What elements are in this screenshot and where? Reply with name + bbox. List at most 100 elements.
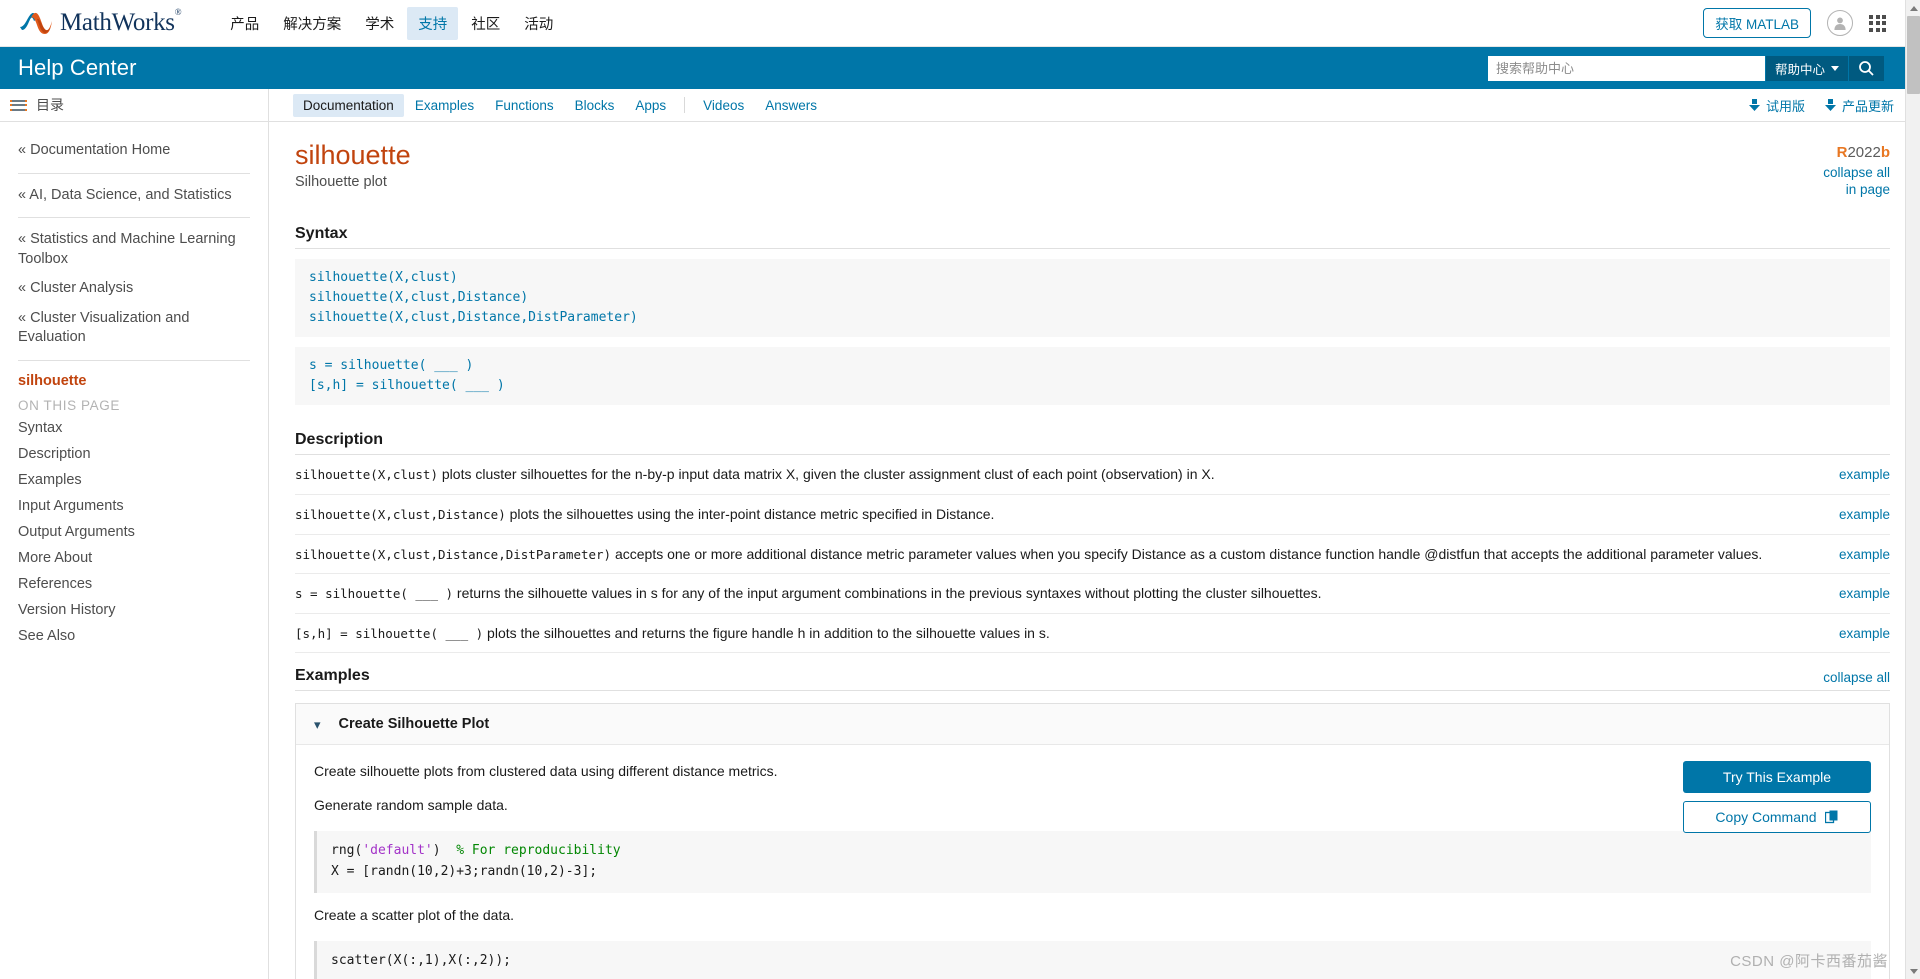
scrollbar-up-button[interactable]	[1906, 0, 1920, 16]
syntax-section-heading: Syntax	[295, 225, 1890, 249]
search-button[interactable]	[1848, 55, 1884, 81]
page-subtitle: Silhouette plot	[295, 174, 387, 191]
description-text: s = silhouette( ___ ) returns the silhou…	[295, 583, 1839, 603]
gnav-item-community[interactable]: 社区	[460, 7, 511, 40]
gnav-item-academia[interactable]: 学术	[354, 7, 405, 40]
trial-link-label: 试用版	[1765, 98, 1805, 114]
chevron-up-icon	[1909, 5, 1918, 11]
release-letter: b	[1880, 144, 1890, 161]
example-action-buttons: Try This Example Copy Command	[1683, 761, 1871, 834]
example-code-block-2[interactable]: scatter(X(:,1),X(:,2));	[314, 940, 1871, 979]
copy-command-button[interactable]: Copy Command	[1683, 801, 1871, 834]
gnav-item-products[interactable]: 产品	[219, 7, 270, 40]
search-scope-dropdown[interactable]: 帮助中心	[1764, 55, 1848, 81]
example-code-block-1[interactable]: rng('default') % For reproducibility X =…	[314, 831, 1871, 893]
page-body: « Documentation Home « AI, Data Science,…	[0, 122, 1920, 979]
copy-command-label: Copy Command	[1715, 809, 1817, 826]
mathworks-membrane-icon	[20, 12, 52, 35]
tab-examples[interactable]: Examples	[405, 94, 484, 117]
example-link[interactable]: example	[1839, 544, 1890, 565]
example-card-body: Try This Example Copy Command Create sil…	[296, 745, 1889, 979]
example-card-title: Create Silhouette Plot	[338, 716, 490, 733]
copy-icon	[1824, 810, 1838, 824]
app-grid-icon[interactable]	[1869, 14, 1886, 32]
example-card-header[interactable]: ▾ Create Silhouette Plot	[296, 704, 1889, 746]
get-matlab-button[interactable]: 获取 MATLAB	[1703, 8, 1811, 38]
release-block: R2022b collapse all in page	[1810, 140, 1890, 199]
gnav-item-support[interactable]: 支持	[407, 6, 459, 40]
toc-toggle-button[interactable]: 目录	[0, 89, 269, 121]
description-row: silhouette(X,clust,Distance) plots the s…	[295, 495, 1890, 535]
sidebar-item-silhouette-current[interactable]: silhouette	[18, 368, 250, 394]
syntax-line[interactable]: s = silhouette( ___ )	[309, 356, 1876, 376]
mathworks-logo[interactable]: MathWorks®	[18, 7, 182, 37]
tab-documentation[interactable]: Documentation	[293, 93, 404, 117]
tab-row-right-links: 试用版 产品更新	[1748, 89, 1920, 121]
collapse-all-link[interactable]: collapse all	[1823, 670, 1890, 685]
try-this-example-button[interactable]: Try This Example	[1683, 761, 1871, 794]
syntax-line[interactable]: silhouette(X,clust,Distance,DistParamete…	[309, 308, 1876, 328]
example-link[interactable]: example	[1839, 504, 1890, 525]
description-text: silhouette(X,clust) plots cluster silhou…	[295, 464, 1839, 484]
documentation-tab-row: 目录 Documentation Examples Functions Bloc…	[0, 89, 1920, 122]
sidebar-item-more-about[interactable]: More About	[18, 545, 250, 571]
description-body: plots cluster silhouettes for the n-by-p…	[438, 466, 1215, 483]
scrollbar-down-button[interactable]	[1906, 963, 1920, 979]
description-text: silhouette(X,clust,Distance,DistParamete…	[295, 544, 1839, 564]
gnav-item-events[interactable]: 活动	[513, 7, 564, 40]
product-updates-link[interactable]: 产品更新	[1824, 96, 1894, 115]
help-center-bar: Help Center 帮助中心	[0, 47, 1920, 89]
tab-apps[interactable]: Apps	[625, 94, 676, 117]
sidebar-item-documentation-home[interactable]: « Documentation Home	[18, 136, 250, 166]
download-icon	[1748, 98, 1760, 111]
download-icon	[1824, 98, 1836, 111]
sidebar-item-version-history[interactable]: Version History	[18, 597, 250, 623]
syntax-code-group-2: s = silhouette( ___ ) [s,h] = silhouette…	[295, 347, 1890, 406]
gnav-item-solutions[interactable]: 解决方案	[272, 7, 352, 40]
sidebar-divider	[18, 217, 250, 219]
description-signature: silhouette(X,clust)	[295, 467, 438, 483]
example-card: ▾ Create Silhouette Plot Try This Exampl…	[295, 703, 1890, 979]
person-glyph-icon	[1834, 17, 1846, 30]
sidebar-on-this-page-heading: ON THIS PAGE	[18, 397, 120, 413]
description-row: silhouette(X,clust) plots cluster silhou…	[295, 455, 1890, 496]
sidebar-item-cluster-analysis[interactable]: « Cluster Analysis	[18, 274, 250, 304]
example-link[interactable]: example	[1839, 623, 1890, 644]
tab-videos[interactable]: Videos	[693, 94, 754, 117]
tab-answers[interactable]: Answers	[755, 94, 827, 117]
sidebar-item-examples[interactable]: Examples	[18, 467, 250, 493]
trial-link[interactable]: 试用版	[1748, 96, 1805, 115]
tab-functions[interactable]: Functions	[485, 94, 564, 117]
page-title: silhouette	[295, 140, 411, 170]
sidebar-item-cluster-visualization-evaluation[interactable]: « Cluster Visualization and Evaluation	[18, 304, 250, 353]
search-input[interactable]	[1487, 55, 1765, 81]
example-paragraph: Generate random sample data.	[314, 797, 508, 814]
sidebar-item-description[interactable]: Description	[18, 441, 250, 467]
sidebar-item-output-arguments[interactable]: Output Arguments	[18, 519, 250, 545]
page-title-group: silhouette Silhouette plot	[295, 140, 411, 190]
example-link[interactable]: example	[1839, 583, 1890, 604]
description-row: [s,h] = silhouette( ___ ) plots the silh…	[295, 614, 1890, 654]
collapse-all-in-page-link[interactable]: collapse all in page	[1810, 165, 1890, 199]
sidebar-navigation: « Documentation Home « AI, Data Science,…	[0, 122, 269, 979]
sidebar-item-ai-data-science-statistics[interactable]: « AI, Data Science, and Statistics	[18, 181, 250, 211]
page-scrollbar[interactable]	[1905, 0, 1920, 979]
sidebar-item-input-arguments[interactable]: Input Arguments	[18, 493, 250, 519]
tab-blocks[interactable]: Blocks	[565, 94, 625, 117]
release-year: 2022	[1847, 144, 1881, 161]
sidebar-item-syntax[interactable]: Syntax	[18, 415, 250, 441]
examples-heading-row: Examples collapse all	[295, 667, 1890, 692]
syntax-line[interactable]: [s,h] = silhouette( ___ )	[309, 376, 1876, 396]
example-link[interactable]: example	[1839, 464, 1890, 485]
scrollbar-thumb[interactable]	[1907, 16, 1920, 94]
sidebar-item-statistics-ml-toolbox[interactable]: « Statistics and Machine Learning Toolbo…	[18, 225, 250, 274]
chevron-down-icon	[1831, 65, 1839, 71]
user-avatar-icon[interactable]	[1827, 10, 1853, 36]
syntax-line[interactable]: silhouette(X,clust,Distance)	[309, 288, 1876, 308]
help-center-title: Help Center	[18, 55, 137, 80]
syntax-line[interactable]: silhouette(X,clust)	[309, 268, 1876, 288]
sidebar-item-references[interactable]: References	[18, 571, 250, 597]
global-nav-items: 产品 解决方案 学术 支持 社区 活动	[219, 6, 564, 40]
hamburger-icon	[10, 99, 27, 111]
sidebar-item-see-also[interactable]: See Also	[18, 623, 250, 649]
